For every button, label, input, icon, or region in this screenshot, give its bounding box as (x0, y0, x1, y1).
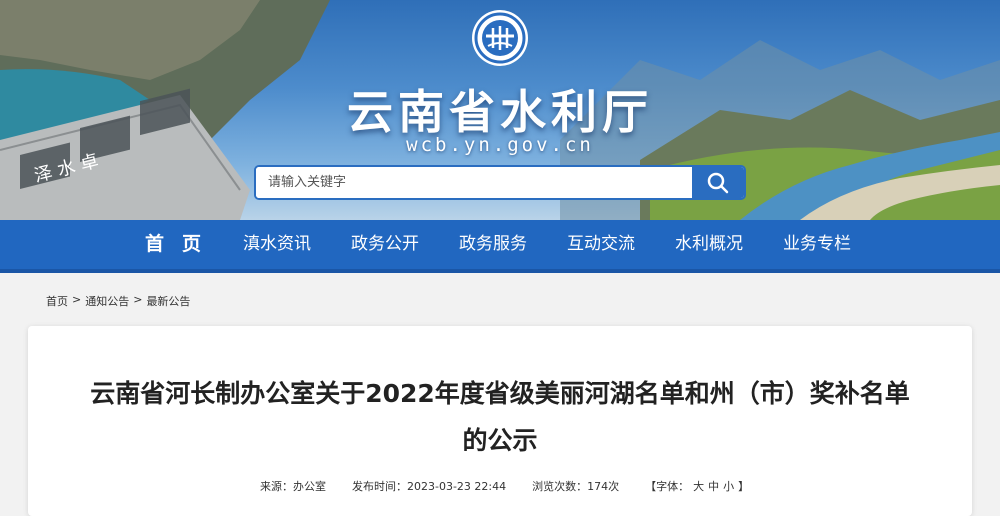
breadcrumb-separator: > (133, 293, 143, 306)
breadcrumb-home[interactable]: 首页 (46, 293, 68, 309)
main-nav: 首页 滇水资讯 政务公开 政务服务 互动交流 水利概况 业务专栏 (0, 220, 1000, 273)
article-published: 发布时间：2023-03-23 22:44 (352, 480, 507, 493)
font-size-large[interactable]: 大 (693, 478, 704, 494)
breadcrumb-notices[interactable]: 通知公告 (85, 293, 129, 309)
nav-item-overview[interactable]: 水利概况 (655, 220, 763, 269)
nav-item-topics[interactable]: 业务专栏 (763, 220, 871, 269)
nav-item-home[interactable]: 首页 (125, 220, 223, 269)
font-size-control: 【字体： 大 中 小 】 (645, 478, 749, 494)
search-input[interactable] (256, 167, 692, 198)
breadcrumb: 首页 > 通知公告 > 最新公告 (46, 293, 190, 309)
breadcrumb-separator: > (72, 293, 82, 306)
nav-item-gov-open[interactable]: 政务公开 (331, 220, 439, 269)
font-size-close: 】 (738, 480, 750, 493)
article-views: 浏览次数：174次 (532, 480, 620, 493)
font-size-label: 【字体： (645, 480, 690, 493)
article-meta: 来源：办公室 发布时间：2023-03-23 22:44 浏览次数：174次 【… (260, 478, 749, 494)
site-title: 云南省水利厅 (347, 85, 653, 139)
font-size-small[interactable]: 小 (723, 478, 734, 494)
header-banner: 泽 水 卓 云南省水利厅 wcb.yn.gov.cn (0, 0, 1000, 220)
search-bar (254, 165, 746, 200)
site-domain: wcb.yn.gov.cn (406, 134, 594, 156)
search-button[interactable] (692, 167, 744, 198)
nav-item-interaction[interactable]: 互动交流 (547, 220, 655, 269)
water-emblem-icon (468, 6, 532, 70)
search-icon (707, 172, 729, 193)
article-source: 来源：办公室 (260, 480, 326, 493)
article-title: 云南省河长制办公室关于2022年度省级美丽河湖名单和州（市）奖补名单的公示 (90, 379, 910, 455)
article-card: 云南省河长制办公室关于2022年度省级美丽河湖名单和州（市）奖补名单的公示 来源… (28, 326, 972, 516)
nav-item-gov-service[interactable]: 政务服务 (439, 220, 547, 269)
font-size-medium[interactable]: 中 (708, 478, 719, 494)
nav-item-news[interactable]: 滇水资讯 (223, 220, 331, 269)
breadcrumb-latest[interactable]: 最新公告 (146, 293, 190, 309)
